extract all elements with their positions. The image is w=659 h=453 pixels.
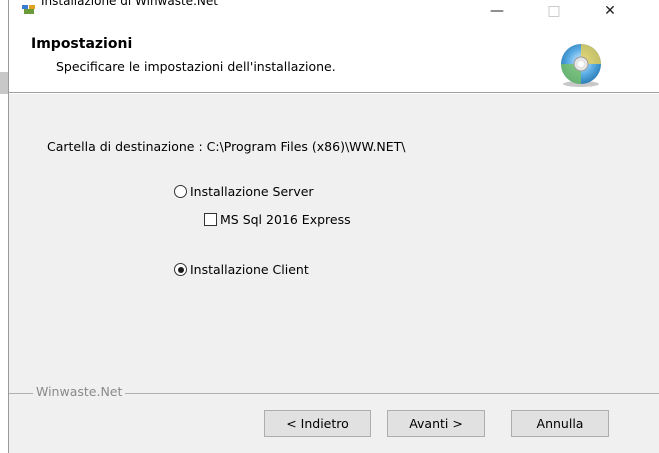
page-title: Impostazioni: [31, 36, 133, 52]
mssql-checkbox-label: MS Sql 2016 Express: [220, 212, 351, 227]
server-radio[interactable]: [174, 185, 187, 198]
server-radio-label: Installazione Server: [190, 184, 314, 199]
cancel-button[interactable]: Annulla: [511, 410, 609, 437]
client-radio[interactable]: [174, 263, 187, 276]
installer-app-icon: [21, 0, 37, 14]
back-button[interactable]: < Indietro: [264, 410, 371, 437]
cd-disc-icon: [557, 40, 605, 88]
destination-folder-label: Cartella di destinazione : C:\Program Fi…: [47, 139, 406, 154]
close-button[interactable]: ✕: [587, 0, 633, 22]
title-bar[interactable]: Installazione di Winwaste.Net — □ ✕: [9, 0, 659, 26]
maximize-button[interactable]: □: [531, 0, 577, 22]
brand-label: Winwaste.Net: [33, 384, 126, 399]
mssql-checkbox[interactable]: [204, 213, 217, 226]
wizard-header: Impostazioni Specificare le impostazioni…: [9, 26, 659, 92]
client-radio-label: Installazione Client: [190, 262, 309, 277]
installer-window: Installazione di Winwaste.Net — □ ✕ Impo…: [8, 0, 659, 453]
next-button[interactable]: Avanti >: [387, 410, 485, 437]
server-install-option[interactable]: Installazione Server: [174, 184, 314, 199]
mssql-option[interactable]: MS Sql 2016 Express: [204, 212, 351, 227]
wizard-body: Cartella di destinazione : C:\Program Fi…: [9, 94, 659, 453]
window-title: Installazione di Winwaste.Net: [41, 0, 218, 8]
minimize-button[interactable]: —: [474, 0, 520, 22]
client-install-option[interactable]: Installazione Client: [174, 262, 309, 277]
background-window: [0, 0, 8, 453]
background-window-strip: [0, 72, 8, 94]
page-subtitle: Specificare le impostazioni dell'install…: [56, 59, 336, 74]
